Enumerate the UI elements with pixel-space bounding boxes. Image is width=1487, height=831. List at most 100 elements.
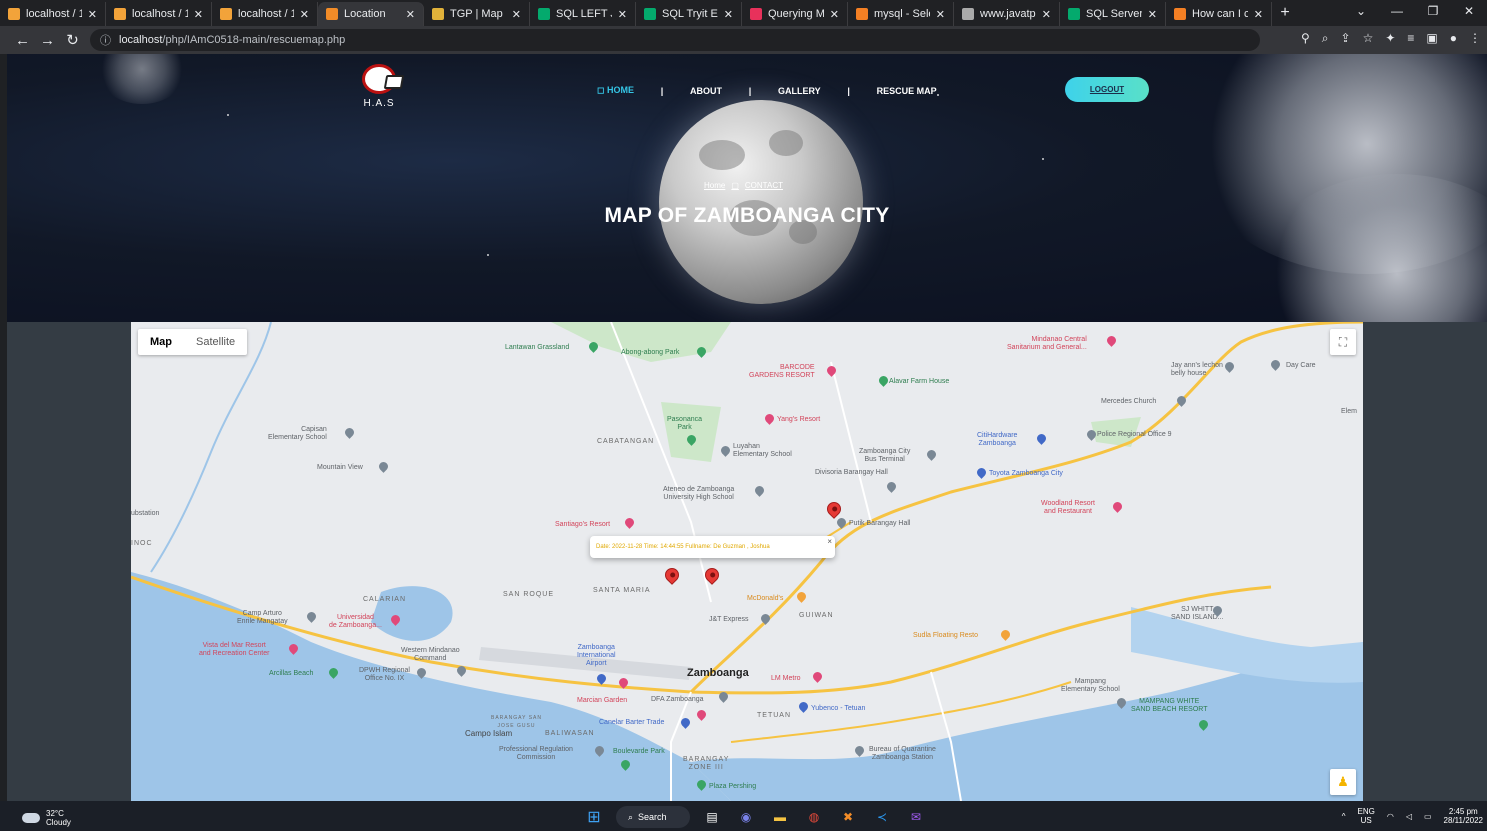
- browser-tab[interactable]: SQL Server C ✕: [1060, 2, 1166, 26]
- map-type-satellite-button[interactable]: Satellite: [184, 329, 247, 355]
- map-label: Police Regional Office 9: [1097, 431, 1172, 438]
- phpmyadmin-icon: [8, 8, 20, 20]
- tab-label: Location: [344, 8, 386, 20]
- menu-icon[interactable]: ⋮: [1469, 31, 1481, 46]
- browser-tab[interactable]: localhost / 1 ✕: [106, 2, 212, 26]
- browser-tab[interactable]: localhost / 1 ✕: [212, 2, 318, 26]
- wifi-icon[interactable]: ◠: [1387, 812, 1394, 821]
- window-controls: ⌄ — ❐ ✕: [1343, 0, 1487, 24]
- breadcrumb-home[interactable]: Home: [704, 181, 725, 190]
- url-host: localhost: [119, 34, 163, 46]
- tab-close-icon[interactable]: ✕: [1148, 8, 1157, 21]
- map-label: Sudla Floating Resto: [913, 632, 978, 639]
- profile-avatar-icon[interactable]: ●: [1450, 31, 1457, 46]
- map-label: MAMPANG WHITE SAND BEACH RESORT: [1131, 698, 1208, 713]
- windows-start-icon[interactable]: ⊞: [582, 807, 606, 827]
- task-view-icon[interactable]: ▤: [700, 807, 724, 827]
- close-icon[interactable]: ×: [827, 537, 832, 546]
- extensions-icon[interactable]: ✦: [1385, 31, 1395, 46]
- messenger-icon[interactable]: ✉: [904, 807, 928, 827]
- tab-close-icon[interactable]: ✕: [936, 8, 945, 21]
- map-label: Santiago's Resort: [555, 521, 611, 528]
- map-label: BARANGAY SAN JOSE GUSU: [491, 715, 542, 729]
- taskbar: 32°C Cloudy ⊞ ⌕ Search ▤ ◉ ▬ ◍ ✖ ≺ ✉ ^ E…: [0, 801, 1487, 831]
- xampp-icon[interactable]: ✖: [836, 807, 860, 827]
- bookmark-star-icon[interactable]: ☆: [1363, 31, 1374, 46]
- logout-button[interactable]: LOGOUT: [1065, 77, 1149, 102]
- back-icon[interactable]: ←: [10, 32, 35, 49]
- side-panel-icon[interactable]: ▣: [1426, 31, 1437, 46]
- map-label: McDonald's: [747, 595, 784, 602]
- map-label: TETUAN: [757, 712, 791, 719]
- nav-separator: |: [660, 85, 664, 96]
- browser-tab[interactable]: TGP | Map ✕: [424, 2, 530, 26]
- browser-tab[interactable]: How can I co ✕: [1166, 2, 1272, 26]
- tab-close-icon[interactable]: ✕: [88, 8, 97, 21]
- tab-close-icon[interactable]: ✕: [618, 8, 627, 21]
- browser-tab[interactable]: SQL LEFT JOI ✕: [530, 2, 636, 26]
- show-hidden-icons-icon[interactable]: ^: [1342, 812, 1346, 821]
- clock[interactable]: 2:45 pm 28/11/2022: [1444, 807, 1483, 825]
- map-label: Canelar Barter Trade: [599, 719, 665, 726]
- map-label: Capisan Elementary School: [268, 426, 327, 441]
- browser-tab[interactable]: www.javatpo ✕: [954, 2, 1060, 26]
- zoom-icon[interactable]: ⌕: [1322, 31, 1329, 46]
- nav-rescue-map[interactable]: RESCUE MAP: [877, 86, 937, 96]
- map-label: Lantawan Grassland: [505, 344, 570, 351]
- tab-label: localhost / 1: [132, 8, 188, 20]
- browser-tab[interactable]: SQL Tryit Edit ✕: [636, 2, 742, 26]
- map-label: Luyahan Elementary School: [733, 443, 792, 458]
- address-bar[interactable]: ⓘ localhost/php/IAmC0518-main/rescuemap.…: [90, 29, 1260, 51]
- pegman-icon[interactable]: ♟: [1330, 769, 1356, 795]
- language-indicator[interactable]: ENG US: [1358, 807, 1375, 825]
- forward-icon[interactable]: →: [35, 32, 60, 49]
- close-window-icon[interactable]: ✕: [1451, 0, 1487, 24]
- reading-list-icon[interactable]: ≡: [1407, 31, 1414, 46]
- tab-close-icon[interactable]: ✕: [1042, 8, 1051, 21]
- map-label: Zamboanga City Bus Terminal: [859, 448, 911, 463]
- volume-icon[interactable]: ◁: [1406, 812, 1412, 821]
- google-map[interactable]: Map Satellite ⛶ ♟ Lantawan Grassland Abo…: [131, 322, 1363, 801]
- tab-label: SQL Tryit Edit: [662, 8, 718, 20]
- nav-gallery[interactable]: GALLERY: [778, 86, 821, 96]
- new-tab-button[interactable]: +: [1272, 2, 1298, 26]
- tab-close-icon[interactable]: ✕: [830, 8, 839, 21]
- chrome-icon[interactable]: ◍: [802, 807, 826, 827]
- taskbar-search[interactable]: ⌕ Search: [616, 806, 690, 828]
- tab-label: www.javatpo: [980, 8, 1036, 20]
- browser-tab[interactable]: Location ✕: [318, 2, 424, 26]
- share-icon[interactable]: ⇪: [1341, 31, 1351, 46]
- browser-tab[interactable]: localhost / 1 ✕: [0, 2, 106, 26]
- site-logo[interactable]: H.A.S: [357, 64, 401, 118]
- browser-tab[interactable]: Querying Mu ✕: [742, 2, 848, 26]
- tab-search-icon[interactable]: ⌄: [1343, 0, 1379, 24]
- map-section: Map Satellite ⛶ ♟ Lantawan Grassland Abo…: [7, 322, 1487, 801]
- info-window-text: Date: 2022-11-28 Time: 14:44:55 Fullname…: [596, 544, 770, 550]
- tab-close-icon[interactable]: ✕: [406, 8, 415, 21]
- vscode-icon[interactable]: ≺: [870, 807, 894, 827]
- breadcrumb: Home ▢ CONTACT: [704, 181, 783, 190]
- restore-icon[interactable]: ❐: [1415, 0, 1451, 24]
- nav-about[interactable]: ABOUT: [690, 86, 722, 96]
- tab-close-icon[interactable]: ✕: [194, 8, 203, 21]
- reload-icon[interactable]: ↻: [60, 31, 85, 49]
- site-info-icon[interactable]: ⓘ: [100, 32, 111, 48]
- fullscreen-icon[interactable]: ⛶: [1330, 329, 1356, 355]
- browser-tab[interactable]: mysql - Selec ✕: [848, 2, 954, 26]
- tab-close-icon[interactable]: ✕: [300, 8, 309, 21]
- map-label: ubstation: [131, 510, 160, 517]
- minimize-icon[interactable]: —: [1379, 0, 1415, 24]
- tab-close-icon[interactable]: ✕: [724, 8, 733, 21]
- tab-label: SQL LEFT JOI: [556, 8, 612, 20]
- tab-close-icon[interactable]: ✕: [512, 8, 521, 21]
- tab-close-icon[interactable]: ✕: [1254, 8, 1263, 21]
- file-explorer-icon[interactable]: ▬: [768, 807, 792, 827]
- battery-icon[interactable]: ▭: [1424, 812, 1432, 821]
- map-label: Mampang Elementary School: [1061, 678, 1120, 693]
- nav-home[interactable]: ◻ HOME: [597, 85, 634, 96]
- teams-chat-icon[interactable]: ◉: [734, 807, 758, 827]
- map-label: Zamboanga: [687, 667, 749, 679]
- location-icon[interactable]: ⚲: [1301, 31, 1310, 46]
- weather-widget[interactable]: 32°C Cloudy: [22, 809, 71, 827]
- map-type-map-button[interactable]: Map: [138, 329, 184, 355]
